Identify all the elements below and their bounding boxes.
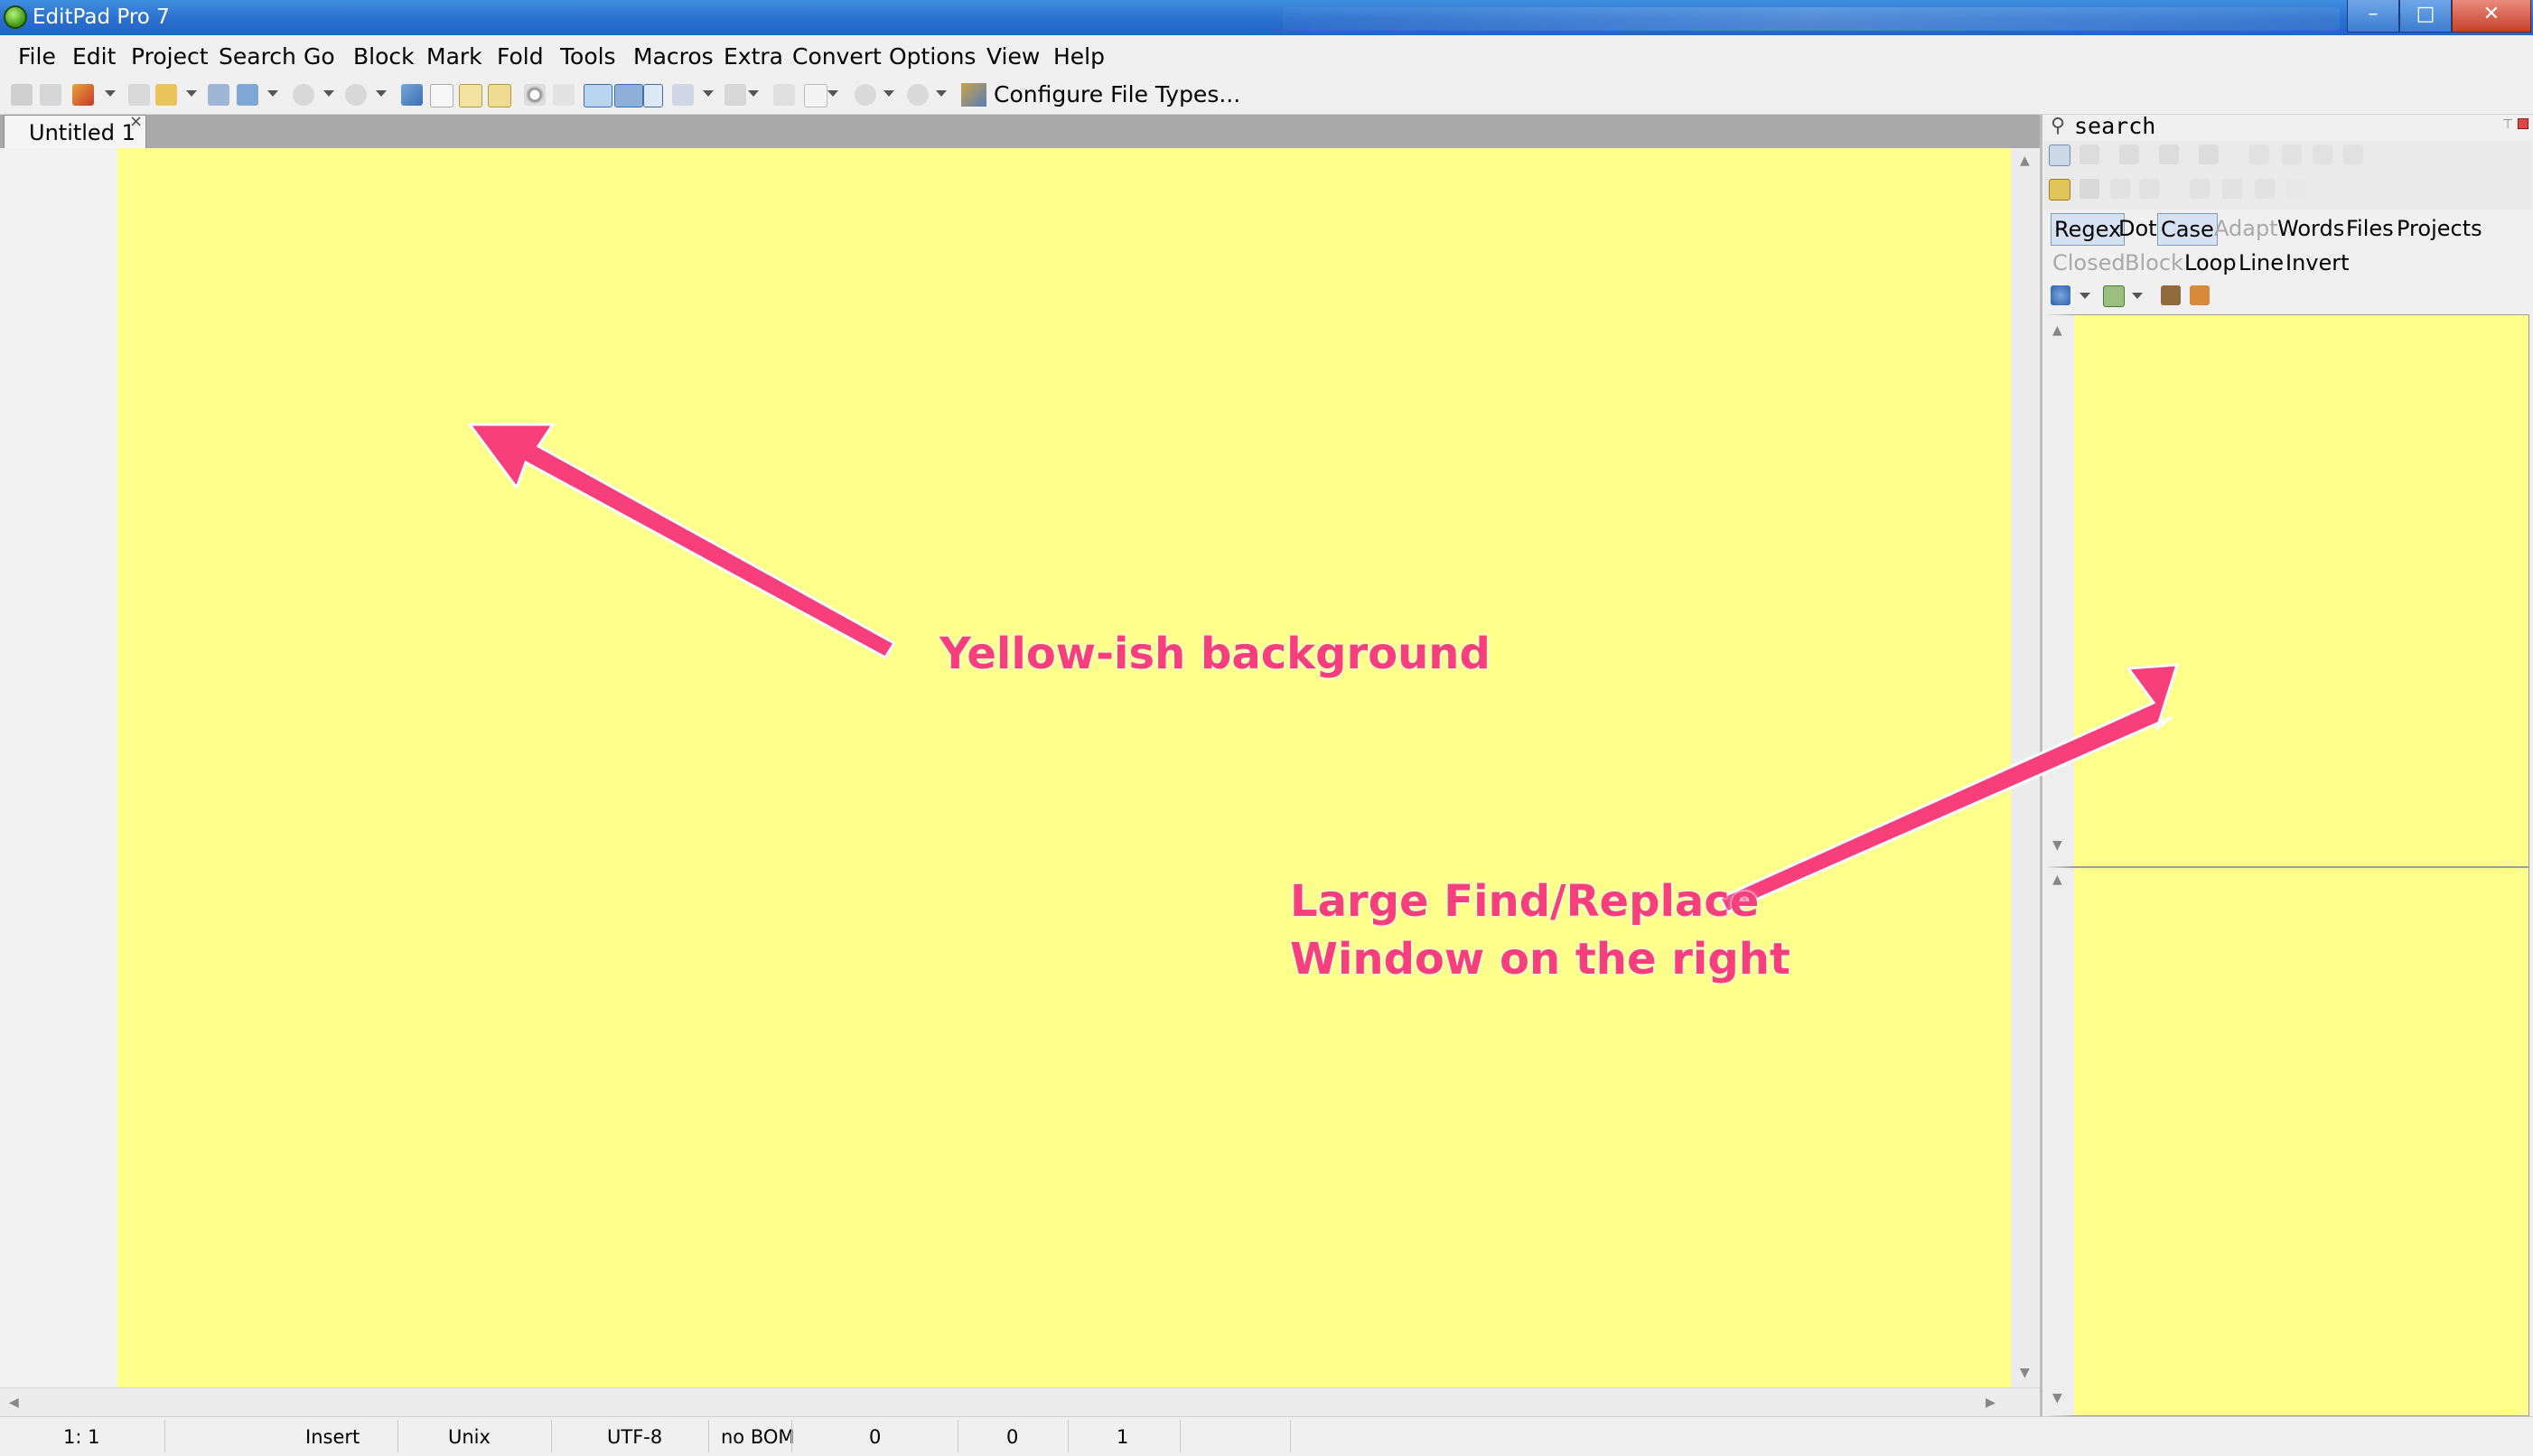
annotation-editor-note: Yellow-ish background [939,629,1491,679]
annotation-arrows [467,423,2180,914]
arrow-to-search-panel [1717,663,2180,914]
annotation-panel-note-line-2: Window on the right [1290,934,1790,985]
annotation-panel-note-line-1: Large Find/Replace [1290,876,1760,927]
arrow-to-editor [467,423,897,659]
